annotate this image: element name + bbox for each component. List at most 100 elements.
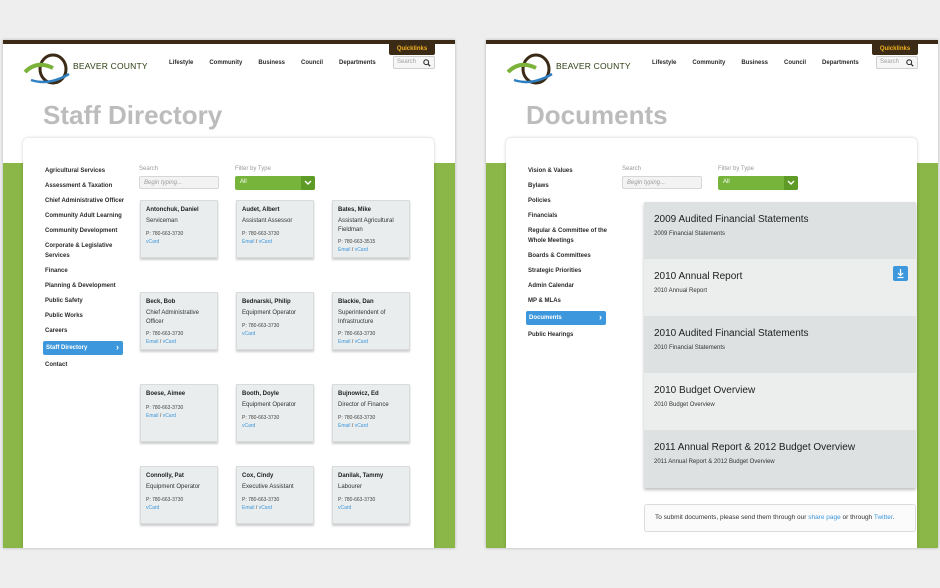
filter-label: Filter by Type xyxy=(718,166,754,172)
staff-name: Audet, Albert xyxy=(242,207,280,213)
document-list: 2009 Audited Financial Statements 2009 Fi… xyxy=(644,202,916,488)
document-row[interactable]: 2010 Audited Financial Statements 2010 Fi… xyxy=(644,316,916,373)
vcard-link[interactable]: vCard xyxy=(259,505,272,511)
sidebar-item-chief-administrative-officer[interactable]: Chief Administrative Officer xyxy=(45,196,125,206)
sidebar-item-planning-development[interactable]: Planning & Development xyxy=(45,281,125,291)
link-separator: / xyxy=(351,339,354,345)
email-link[interactable]: Email xyxy=(338,423,351,429)
download-icon[interactable] xyxy=(893,266,908,281)
staff-card: Connolly, Pat Equipment Operator P: 780-66… xyxy=(140,466,218,524)
top-bar xyxy=(3,40,455,44)
nav-departments[interactable]: Departments xyxy=(822,60,859,66)
nav-council[interactable]: Council xyxy=(301,60,323,66)
sidebar-item-public-hearings[interactable]: Public Hearings xyxy=(528,330,608,340)
staff-links: Email / vCard xyxy=(242,505,272,511)
vcard-link[interactable]: vCard xyxy=(163,413,176,419)
filter-type-select[interactable]: All xyxy=(718,176,798,190)
document-row[interactable]: 2010 Budget Overview 2010 Budget Overview xyxy=(644,373,916,430)
staff-name: Booth, Doyle xyxy=(242,391,279,397)
sidebar-item-admin-calendar[interactable]: Admin Calendar xyxy=(528,281,608,291)
vcard-link[interactable]: vCard xyxy=(355,247,368,253)
email-link[interactable]: Email xyxy=(338,247,351,253)
document-title[interactable]: 2011 Annual Report & 2012 Budget Overvie… xyxy=(654,442,855,453)
document-title[interactable]: 2010 Budget Overview xyxy=(654,385,755,396)
nav-business[interactable]: Business xyxy=(258,60,285,66)
vcard-link[interactable]: vCard xyxy=(163,339,176,345)
sidebar-item-public-works[interactable]: Public Works xyxy=(45,311,125,321)
staff-title: Director of Finance xyxy=(338,402,389,408)
filter-value: All xyxy=(240,179,247,185)
sidebar-item-finance[interactable]: Finance xyxy=(45,266,125,276)
sidebar-item-agricultural-services[interactable]: Agricultural Services xyxy=(45,166,125,176)
documents-search-input[interactable]: Begin typing... xyxy=(622,176,702,189)
sidebar-item-community-adult-learning[interactable]: Community Adult Learning xyxy=(45,211,125,221)
vcard-link[interactable]: vCard xyxy=(338,505,351,511)
sidebar-item-careers[interactable]: Careers xyxy=(45,326,125,336)
staff-name: Connolly, Pat xyxy=(146,473,184,479)
share-page-link[interactable]: share page xyxy=(808,514,841,521)
sidebar-item-vision-values[interactable]: Vision & Values xyxy=(528,166,608,176)
staff-links: Email / vCard xyxy=(338,339,368,345)
nav-business[interactable]: Business xyxy=(741,60,768,66)
search-icon[interactable] xyxy=(423,59,431,67)
staff-name: Blackie, Dan xyxy=(338,299,374,305)
nav-community[interactable]: Community xyxy=(692,60,725,66)
nav-council[interactable]: Council xyxy=(784,60,806,66)
vcard-link[interactable]: vCard xyxy=(355,423,368,429)
site-search-input[interactable]: Search xyxy=(876,56,918,69)
search-icon[interactable] xyxy=(906,59,914,67)
staff-name: Beck, Bob xyxy=(146,299,176,305)
site-search-input[interactable]: Search xyxy=(393,56,435,69)
header: BEAVER COUNTY Lifestyle Community Busine… xyxy=(23,48,435,88)
vcard-link[interactable]: vCard xyxy=(242,423,255,429)
sidebar-item-assessment-taxation[interactable]: Assessment & Taxation xyxy=(45,181,125,191)
document-title[interactable]: 2010 Audited Financial Statements xyxy=(654,328,809,339)
document-title[interactable]: 2009 Audited Financial Statements xyxy=(654,214,809,225)
beaver-county-logo-icon xyxy=(506,53,553,85)
logo[interactable]: BEAVER COUNTY xyxy=(506,50,636,90)
document-row[interactable]: 2009 Audited Financial Statements 2009 Fi… xyxy=(644,202,916,259)
vcard-link[interactable]: vCard xyxy=(146,239,159,245)
staff-title: Equipment Operator xyxy=(242,310,297,316)
nav-lifestyle[interactable]: Lifestyle xyxy=(169,60,193,66)
sidebar-item-public-safety[interactable]: Public Safety xyxy=(45,296,125,306)
document-row[interactable]: 2010 Annual Report 2010 Annual Report xyxy=(644,259,916,316)
vcard-link[interactable]: vCard xyxy=(259,239,272,245)
sidebar-item-strategic-priorities[interactable]: Strategic Priorities xyxy=(528,266,608,276)
vcard-link[interactable]: vCard xyxy=(146,505,159,511)
sidebar-item-policies[interactable]: Policies xyxy=(528,196,608,206)
sidebar-item-regular-committee-of-the-whole-meetings[interactable]: Regular & Committee of the Whole Meeting… xyxy=(528,226,608,246)
sidebar-item-bylaws[interactable]: Bylaws xyxy=(528,181,608,191)
email-link[interactable]: Email xyxy=(338,339,351,345)
logo[interactable]: BEAVER COUNTY xyxy=(23,50,153,90)
nav-departments[interactable]: Departments xyxy=(339,60,376,66)
page-title: Documents xyxy=(526,100,668,130)
vcard-link[interactable]: vCard xyxy=(242,331,255,337)
sidebar-item-mp-mlas[interactable]: MP & MLAs xyxy=(528,296,608,306)
sidebar-item-boards-committees[interactable]: Boards & Committees xyxy=(528,251,608,261)
search-label: Search xyxy=(622,166,642,172)
sidebar-item-staff-directory[interactable]: Staff Directory xyxy=(43,341,123,355)
document-row[interactable]: 2011 Annual Report & 2012 Budget Overvie… xyxy=(644,430,916,487)
staff-phone: P: 780-663-3730 xyxy=(338,415,376,421)
page-title: Staff Directory xyxy=(43,100,223,130)
email-link[interactable]: Email xyxy=(242,505,255,511)
nav-community[interactable]: Community xyxy=(209,60,242,66)
staff-title: Superintendent of Infrastructure xyxy=(338,310,386,325)
sidebar-item-documents[interactable]: Documents xyxy=(526,311,606,325)
vcard-link[interactable]: vCard xyxy=(355,339,368,345)
twitter-link[interactable]: Twitter xyxy=(874,514,893,521)
sidebar-item-financials[interactable]: Financials xyxy=(528,211,608,221)
document-title[interactable]: 2010 Annual Report xyxy=(654,271,742,282)
search-placeholder: Search xyxy=(880,59,900,65)
sidebar-item-community-development[interactable]: Community Development xyxy=(45,226,125,236)
filter-type-select[interactable]: All xyxy=(235,176,315,190)
nav-lifestyle[interactable]: Lifestyle xyxy=(652,60,676,66)
email-link[interactable]: Email xyxy=(146,413,159,419)
staff-card: Blackie, Dan Superintendent of Infrastruc… xyxy=(332,292,410,350)
sidebar-item-contact[interactable]: Contact xyxy=(45,360,125,370)
directory-search-input[interactable]: Begin typing... xyxy=(139,176,219,189)
email-link[interactable]: Email xyxy=(146,339,159,345)
email-link[interactable]: Email xyxy=(242,239,255,245)
sidebar-item-corporate-legislative-services[interactable]: Corporate & Legislative Services xyxy=(45,241,125,261)
